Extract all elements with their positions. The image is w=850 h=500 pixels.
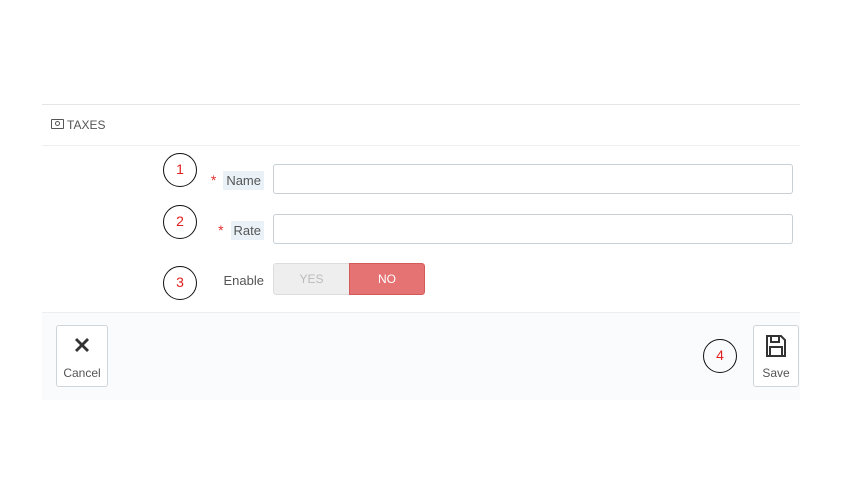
enable-yes-option[interactable]: YES bbox=[273, 263, 349, 295]
name-label-group: * Name bbox=[210, 171, 264, 190]
enable-label: Enable bbox=[223, 273, 264, 288]
panel-title: TAXES bbox=[67, 118, 106, 132]
name-input[interactable] bbox=[273, 164, 793, 194]
taxes-panel: TAXES * Name * Rate Enable YES NO Cancel bbox=[42, 104, 800, 400]
save-button[interactable]: Save bbox=[753, 325, 799, 387]
required-asterisk: * bbox=[210, 172, 217, 188]
close-x-icon bbox=[57, 334, 107, 360]
annotation-marker-4: 4 bbox=[703, 339, 737, 373]
save-label: Save bbox=[762, 366, 790, 380]
annotation-marker-3: 3 bbox=[163, 266, 197, 300]
required-asterisk: * bbox=[218, 222, 224, 238]
enable-no-option[interactable]: NO bbox=[349, 263, 425, 295]
cancel-label: Cancel bbox=[63, 366, 101, 380]
annotation-marker-1: 1 bbox=[163, 153, 197, 187]
money-icon bbox=[51, 119, 64, 129]
rate-label-group: * Rate bbox=[218, 221, 264, 240]
panel-footer: Cancel Save bbox=[42, 312, 800, 400]
rate-label: Rate bbox=[230, 221, 264, 240]
annotation-marker-2: 2 bbox=[163, 205, 197, 239]
floppy-disk-icon bbox=[754, 334, 798, 360]
rate-input[interactable] bbox=[273, 214, 793, 244]
enable-toggle: YES NO bbox=[273, 263, 425, 295]
name-label: Name bbox=[223, 171, 264, 190]
cancel-button[interactable]: Cancel bbox=[56, 325, 108, 387]
panel-header: TAXES bbox=[42, 105, 800, 146]
